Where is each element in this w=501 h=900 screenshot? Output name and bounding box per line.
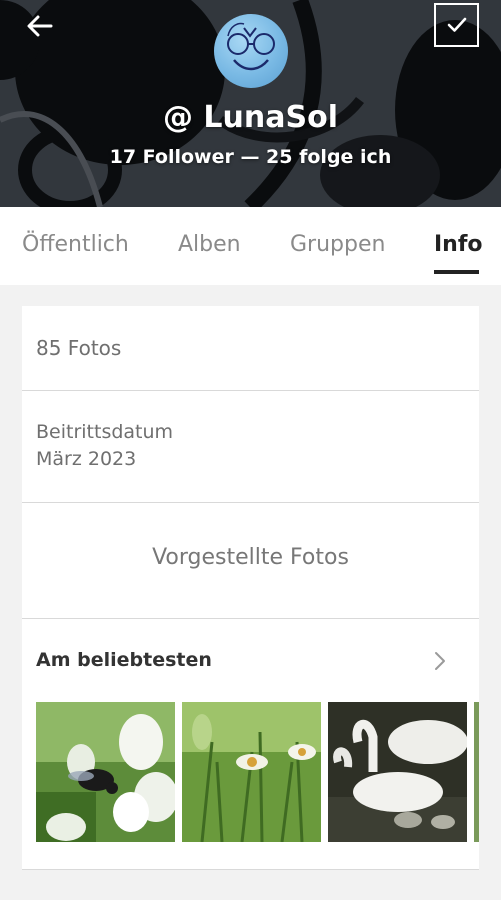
join-date-label: Beitrittsdatum: [36, 421, 174, 443]
photos-count: 85 Fotos: [36, 336, 122, 360]
photo-partial: [474, 702, 479, 842]
card-divider: [22, 869, 479, 870]
tab-info[interactable]: Info: [434, 232, 483, 257]
avatar[interactable]: [214, 14, 288, 88]
featured-photos-row[interactable]: Vorgestellte Fotos: [22, 503, 479, 619]
avatar-face-drawing: [227, 22, 275, 71]
active-tab-indicator: [434, 270, 479, 274]
popular-photo-2[interactable]: [182, 702, 321, 842]
profile-header: @ LunaSol 17 Follower — 25 folge ich: [0, 0, 501, 207]
popular-photo-4[interactable]: [474, 702, 479, 842]
photo-swans: [328, 702, 467, 842]
tab-groups[interactable]: Gruppen: [290, 232, 385, 257]
popular-title[interactable]: Am beliebtesten: [36, 649, 212, 671]
photo-daisies: [182, 702, 321, 842]
check-icon: [447, 17, 466, 32]
popular-photo-3[interactable]: [328, 702, 467, 842]
info-card: 85 Fotos Beitrittsdatum März 2023 Vorges…: [22, 306, 479, 870]
tab-albums[interactable]: Alben: [178, 232, 241, 257]
follower-count[interactable]: 17 Follower — 25 folge ich: [0, 146, 501, 168]
profile-tabs: Öffentlich Alben Gruppen Info: [0, 207, 501, 285]
tab-public[interactable]: Öffentlich: [22, 232, 129, 257]
join-date-value: März 2023: [36, 448, 137, 470]
photos-count-row: 85 Fotos: [22, 306, 479, 391]
profile-username: @ LunaSol: [162, 100, 339, 135]
join-date-row: Beitrittsdatum März 2023: [22, 391, 479, 503]
photo-bee-flowers: [36, 702, 175, 842]
back-button[interactable]: [20, 8, 60, 44]
arrow-left-icon: [27, 15, 53, 37]
confirm-button[interactable]: [434, 3, 479, 47]
popular-photo-1[interactable]: [36, 702, 175, 842]
featured-photos-label: Vorgestellte Fotos: [152, 545, 349, 570]
chevron-right-icon[interactable]: [430, 649, 450, 673]
